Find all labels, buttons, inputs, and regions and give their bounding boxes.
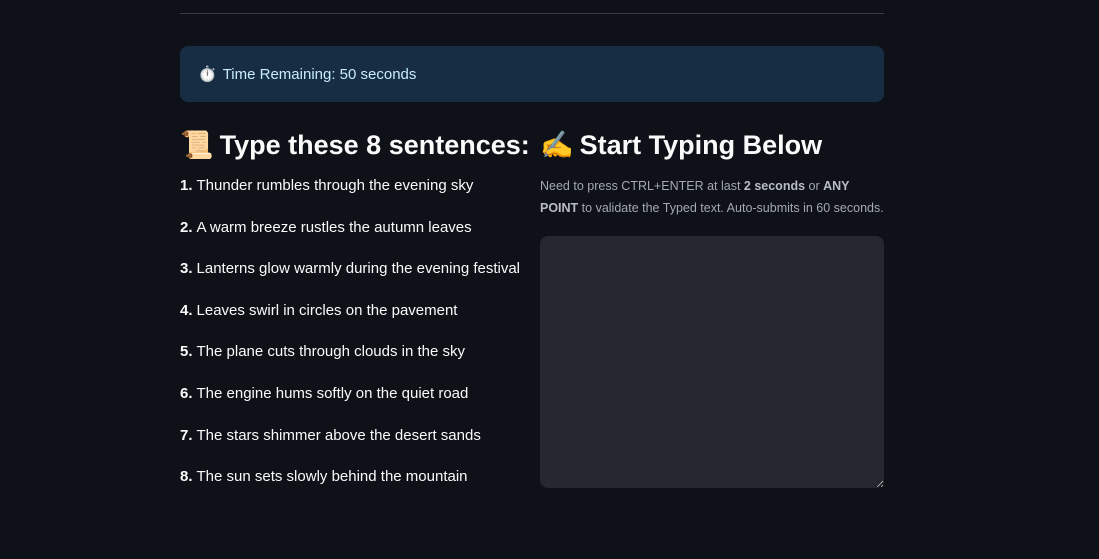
list-item: 1. Thunder rumbles through the evening sk… [180,176,530,218]
sentence-number: 2. [180,218,193,236]
instructions-part: Need to press CTRL+ENTER at last [540,179,744,193]
sentences-heading: 📜 Type these 8 sentences: [180,128,530,162]
list-item: 5. The plane cuts through clouds in the s… [180,342,530,384]
instructions-text: Need to press CTRL+ENTER at last 2 secon… [540,175,884,219]
list-item: 3. Lanterns glow warmly during the evenin… [180,259,530,301]
sentence-number: 5. [180,343,193,361]
instructions-part: or [805,179,824,193]
sentence-number: 3. [180,260,193,278]
instructions-emphasis: 2 seconds [743,179,806,193]
typing-input[interactable] [540,236,884,488]
scroll-icon: 📜 [180,130,214,160]
sentence-text: The stars shimmer above the desert sands [196,426,481,444]
sentences-column: 📜 Type these 8 sentences: 1. Thunder rumbl… [180,128,530,509]
sentence-number: 6. [180,384,193,402]
sentence-text: A warm breeze rustles the autumn leaves [196,218,472,236]
sentence-text: The engine hums softly on the quiet road [196,384,469,402]
sentence-text: The plane cuts through clouds in the sky [196,343,466,361]
timer-banner: ⏱️ Time Remaining: 50 seconds [180,46,884,102]
instructions-part: to validate the Typed text. Auto-submits… [578,201,884,215]
divider [180,13,884,14]
list-item: 7. The stars shimmer above the desert san… [180,426,530,468]
sentence-number: 1. [180,177,193,194]
sentence-text: Thunder rumbles through the evening sky [196,177,474,194]
list-item: 4. Leaves swirl in circles on the pavemen… [180,301,530,343]
list-item: 2. A warm breeze rustles the autumn leave… [180,218,530,260]
writing-hand-icon: ✍️ [540,130,574,160]
sentence-number: 8. [180,468,193,486]
sentence-text: Leaves swirl in circles on the pavement [196,301,458,319]
typing-heading: ✍️ Start Typing Below [540,128,884,162]
stopwatch-icon: ⏱️ [198,66,217,83]
timer-text: Time Remaining: 50 seconds [222,65,417,83]
sentence-list: 1. Thunder rumbles through the evening sk… [180,176,530,509]
sentence-text: Lanterns glow warmly during the evening … [196,260,521,278]
sentence-number: 4. [180,301,193,319]
list-item: 8. The sun sets slowly behind the mountai… [180,467,530,509]
typing-column: ✍️ Start Typing Below Need to press CTRL+… [540,128,884,488]
list-item: 6. The engine hums softly on the quiet ro… [180,384,530,426]
sentence-number: 7. [180,426,193,444]
typing-heading-text: Start Typing Below [579,130,823,160]
sentence-text: The sun sets slowly behind the mountain [196,468,468,486]
sentences-heading-text: Type these 8 sentences: [219,130,530,160]
